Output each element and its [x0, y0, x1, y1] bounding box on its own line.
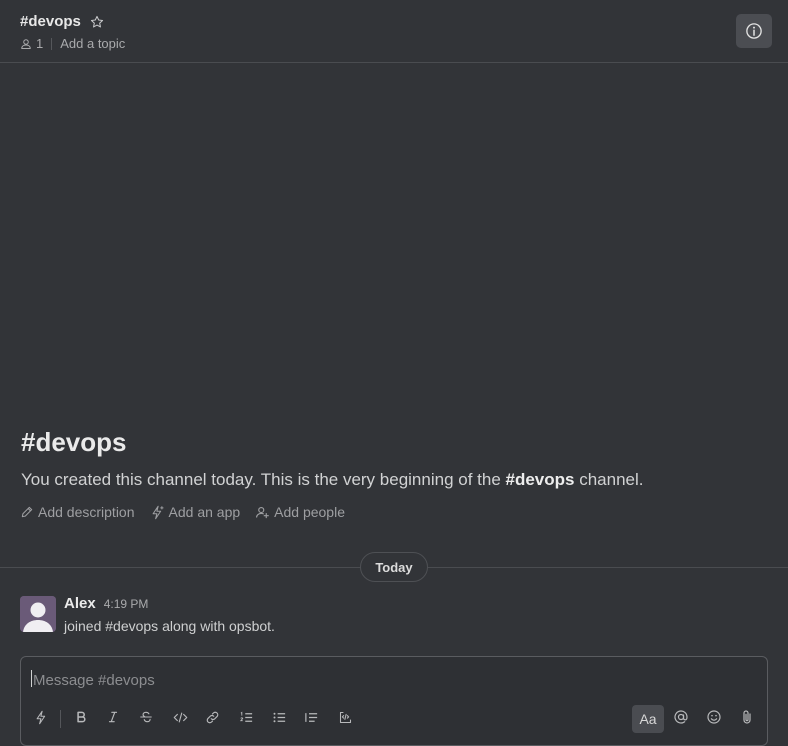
bold-icon — [74, 710, 88, 724]
members-icon[interactable] — [20, 38, 32, 50]
info-icon — [745, 22, 763, 40]
person-add-icon — [255, 505, 274, 520]
ordered-list-button[interactable] — [233, 703, 259, 731]
intro-text-start: You created this channel today. This is … — [21, 470, 506, 489]
add-people-label: Add people — [274, 504, 345, 520]
blockquote-button[interactable] — [298, 703, 324, 731]
link-button[interactable] — [199, 703, 225, 731]
message-composer: Aa — [20, 656, 768, 746]
attach-button[interactable] — [734, 703, 760, 731]
code-block-icon — [338, 710, 353, 725]
ordered-list-icon — [239, 710, 254, 725]
add-description-button[interactable]: Add description — [20, 504, 135, 520]
formatting-toggle-button[interactable]: Aa — [632, 705, 664, 733]
shortcuts-icon — [34, 710, 49, 725]
message-author[interactable]: Alex — [64, 595, 96, 612]
add-app-label: Add an app — [168, 504, 241, 520]
bulleted-list-button[interactable] — [266, 703, 292, 731]
intro-text-end: channel. — [574, 470, 644, 489]
channel-intro-actions: Add description Add an app Add people — [20, 504, 360, 520]
add-description-label: Add description — [38, 504, 135, 520]
default-user-icon — [20, 596, 56, 632]
composer-toolbar: Aa — [21, 703, 767, 733]
attachment-icon — [739, 709, 755, 725]
channel-intro-title: #devops — [21, 427, 127, 457]
message-input[interactable] — [31, 669, 735, 691]
mention-icon — [673, 709, 689, 725]
channel-title[interactable]: #devops — [20, 13, 104, 30]
star-icon[interactable] — [90, 15, 104, 29]
lightning-plus-icon — [150, 505, 169, 520]
intro-channel-name[interactable]: #devops — [506, 470, 575, 489]
strikethrough-icon — [139, 710, 153, 724]
member-count[interactable]: 1 — [36, 36, 43, 51]
channel-name[interactable]: #devops — [20, 13, 81, 30]
code-icon — [173, 710, 188, 725]
bold-button[interactable] — [68, 703, 94, 731]
blockquote-icon — [304, 710, 319, 725]
message-text: joined #devops along with opsbot. — [64, 618, 275, 634]
channel-details-button[interactable] — [736, 14, 772, 48]
channel-intro-text: You created this channel today. This is … — [21, 470, 643, 490]
toolbar-separator — [60, 710, 61, 728]
add-topic-link[interactable]: Add a topic — [60, 36, 125, 51]
link-icon — [205, 710, 220, 725]
code-block-button[interactable] — [332, 703, 358, 731]
italic-icon — [106, 710, 120, 724]
bulleted-list-icon — [272, 710, 287, 725]
mention-button[interactable] — [668, 703, 694, 731]
meta-separator — [51, 37, 53, 50]
shortcuts-button[interactable] — [28, 703, 54, 731]
pencil-icon — [20, 505, 38, 519]
channel-header: #devops 1 Add a topic — [0, 0, 788, 63]
italic-button[interactable] — [100, 703, 126, 731]
strikethrough-button[interactable] — [133, 703, 159, 731]
add-people-button[interactable]: Add people — [255, 504, 345, 520]
add-app-button[interactable]: Add an app — [150, 504, 241, 520]
message-header: Alex 4:19 PM — [64, 595, 148, 612]
emoji-icon — [706, 709, 722, 725]
emoji-button[interactable] — [701, 703, 727, 731]
message-timestamp[interactable]: 4:19 PM — [104, 597, 149, 611]
code-button[interactable] — [167, 703, 193, 731]
avatar[interactable] — [20, 596, 56, 632]
channel-meta: 1 Add a topic — [20, 36, 125, 51]
text-caret — [31, 670, 32, 687]
date-divider-button[interactable]: Today — [360, 552, 428, 582]
